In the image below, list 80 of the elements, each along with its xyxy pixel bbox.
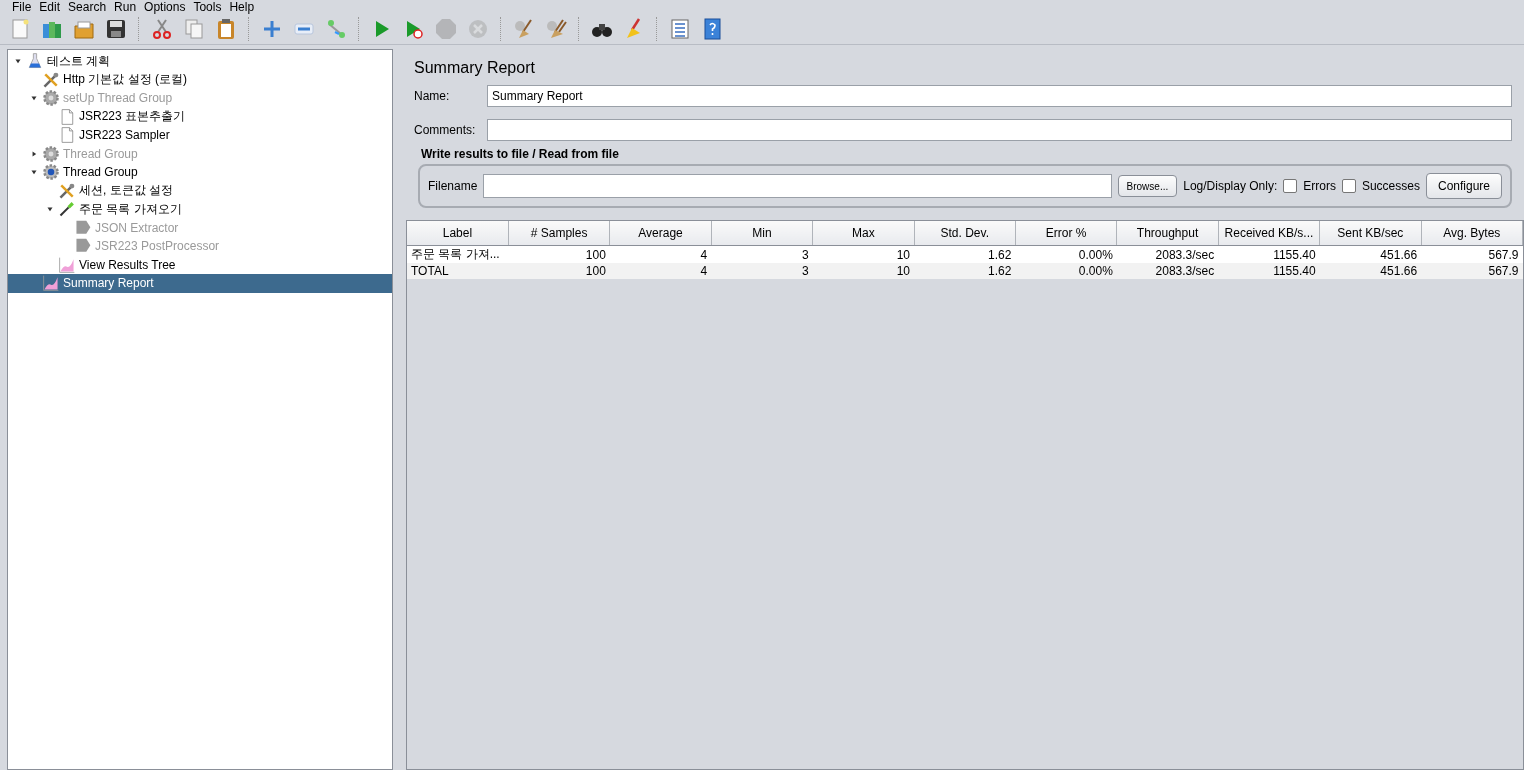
- table-cell: 1155.40: [1218, 263, 1320, 279]
- table-cell: 100: [508, 263, 610, 279]
- toggle-icon: [325, 18, 347, 40]
- stop-icon: [435, 18, 457, 40]
- field-label: Filename: [428, 179, 478, 193]
- filename-field[interactable]: [483, 174, 1112, 198]
- tree-item[interactable]: Summary Report: [8, 274, 392, 293]
- configure-button[interactable]: Configure: [1425, 173, 1502, 199]
- field-label: Comments:: [413, 123, 477, 137]
- browse-button[interactable]: Browse...: [1117, 175, 1178, 197]
- clipboard-icon: [215, 18, 237, 40]
- table-cell: 451.66: [1319, 263, 1422, 279]
- gear-icon: [42, 144, 60, 163]
- table-cell: 10: [812, 263, 915, 279]
- checkbox-label: Successes: [1361, 179, 1420, 193]
- table-cell: 4: [609, 263, 712, 279]
- list-icon: [669, 18, 691, 40]
- checkbox[interactable]: [1341, 179, 1356, 193]
- tools-icon: [42, 70, 60, 89]
- comments-field[interactable]: [487, 119, 1512, 141]
- table-cell: 3: [711, 263, 813, 279]
- column-header[interactable]: Received KB/s...: [1218, 221, 1320, 246]
- document-icon: [58, 126, 76, 145]
- menu-item[interactable]: Edit: [37, 0, 63, 14]
- broom-icon: [545, 18, 567, 40]
- column-header[interactable]: # Samples: [508, 221, 610, 246]
- tree-item[interactable]: JSR223 표본추출기: [8, 107, 392, 126]
- tree-item[interactable]: View Results Tree: [8, 255, 392, 274]
- menu-item[interactable]: Run: [112, 0, 139, 14]
- tree-item[interactable]: 주문 목록 가져오기: [8, 200, 392, 219]
- tree-item[interactable]: 테스트 계획: [8, 52, 392, 71]
- gear-icon: [42, 163, 60, 182]
- menu-item[interactable]: Search: [66, 0, 109, 14]
- menu-item[interactable]: Help: [227, 0, 257, 14]
- menu-item[interactable]: Options: [142, 0, 188, 14]
- chart-icon: [58, 255, 76, 274]
- menu-item[interactable]: File: [10, 0, 34, 14]
- column-header[interactable]: Throughput: [1116, 221, 1219, 246]
- chart-icon: [42, 274, 60, 293]
- column-header[interactable]: Max: [812, 221, 915, 246]
- menu-item[interactable]: Tools: [191, 0, 224, 14]
- flask-icon: [26, 52, 44, 71]
- tree-item[interactable]: 세션, 토큰값 설정: [8, 181, 392, 200]
- column-header[interactable]: Avg. Bytes: [1421, 221, 1523, 246]
- column-header[interactable]: Std. Dev.: [914, 221, 1016, 246]
- document-icon: [58, 107, 76, 126]
- table-cell: 0.00%: [1015, 263, 1117, 279]
- expand-arrow-icon: [30, 149, 38, 158]
- table-cell: 567.9: [1421, 263, 1523, 279]
- column-header[interactable]: Average: [609, 221, 712, 246]
- tree-item[interactable]: Thread Group: [8, 163, 392, 182]
- broom-icon: [513, 18, 535, 40]
- panel-title: Summary Report: [413, 58, 536, 78]
- checkbox-label: Errors: [1303, 179, 1336, 193]
- tree-item[interactable]: Http 기본값 설정 (로컬): [8, 70, 392, 89]
- tree-item[interactable]: JSR223 Sampler: [8, 126, 392, 145]
- column-header[interactable]: Label: [407, 221, 509, 246]
- name-field[interactable]: Summary Report: [487, 85, 1512, 107]
- column-header[interactable]: Sent KB/sec: [1319, 221, 1422, 246]
- gear-icon: [42, 89, 60, 108]
- column-header[interactable]: Error %: [1015, 221, 1117, 246]
- page-icon: [9, 18, 31, 40]
- table-cell: 1.62: [914, 263, 1016, 279]
- cancel-icon: [467, 18, 489, 40]
- scissors-icon: [151, 18, 173, 40]
- tools-icon: [58, 181, 76, 200]
- checkbox[interactable]: [1283, 179, 1298, 193]
- table-cell: TOTAL: [407, 263, 509, 279]
- copy-icon: [183, 18, 205, 40]
- column-header[interactable]: Min: [711, 221, 813, 246]
- plus-icon: [261, 18, 283, 40]
- pipette-icon: [58, 200, 76, 219]
- field-label: Name:: [413, 89, 451, 103]
- folder-icon: [73, 18, 95, 40]
- field-label: Log/Display Only:: [1183, 179, 1278, 193]
- save-icon: [105, 18, 127, 40]
- help-icon: [701, 18, 723, 40]
- group-title: Write results to file / Read from file: [420, 147, 620, 163]
- table-cell: 2083.3/sec: [1116, 263, 1219, 279]
- tag-icon: [74, 218, 92, 237]
